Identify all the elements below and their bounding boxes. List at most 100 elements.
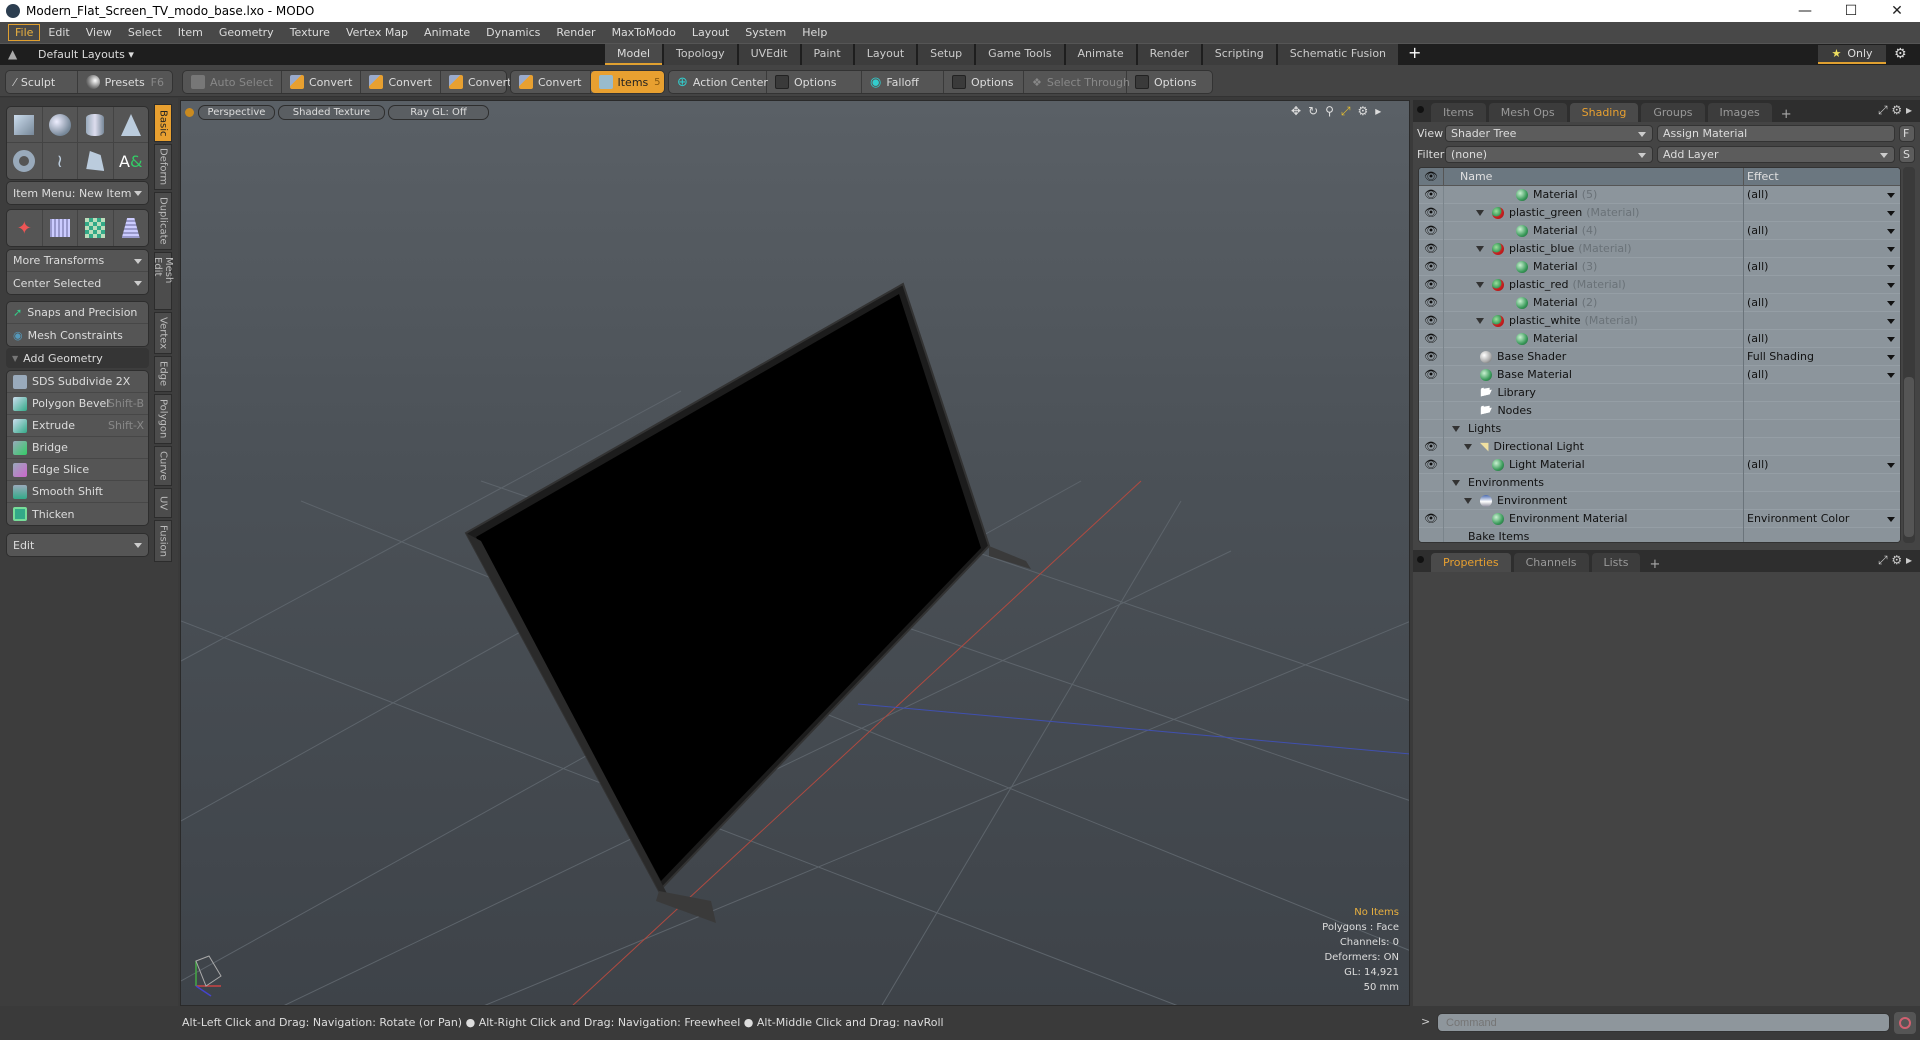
expand-triangle-icon[interactable] [1476, 281, 1484, 288]
tab-layout[interactable]: Layout [854, 44, 917, 65]
tab-channels[interactable]: Channels [1513, 553, 1589, 572]
pan-icon[interactable]: ✥ [1291, 104, 1301, 119]
shader-tree-row[interactable]: 👁 Material (all) [1419, 329, 1900, 348]
shader-tree-row[interactable]: 👁 Light Material (all) [1419, 455, 1900, 474]
shader-tree-row[interactable]: 📂 Library [1419, 383, 1900, 402]
row-effect-dropdown[interactable]: Environment Color [1743, 509, 1900, 528]
item-menu-dropdown[interactable]: Item Menu: New Item [6, 181, 149, 205]
expand-triangle-icon[interactable] [1476, 209, 1484, 216]
pen-tool[interactable] [78, 143, 114, 179]
row-effect-dropdown[interactable]: (all) [1743, 329, 1900, 348]
panel-menu-dot-icon[interactable] [1417, 556, 1424, 563]
name-column-header[interactable]: Name [1443, 168, 1743, 186]
falloff-button[interactable]: ◉ Falloff [862, 71, 944, 93]
visibility-eye-icon[interactable]: 👁 [1419, 314, 1443, 327]
panel-gear-icon[interactable]: ⚙ [1891, 553, 1902, 567]
shader-tree-row[interactable]: 👁 ◥ Directional Light [1419, 437, 1900, 456]
viewport-expand-icon[interactable]: ▸ [1375, 104, 1381, 119]
text-tool[interactable]: A& [114, 143, 149, 179]
row-effect-dropdown[interactable]: (all) [1743, 257, 1900, 276]
row-effect-dropdown[interactable] [1743, 203, 1900, 222]
lattice-tool[interactable] [43, 210, 78, 246]
row-effect-dropdown[interactable] [1743, 311, 1900, 330]
row-effect-dropdown[interactable]: (all) [1743, 221, 1900, 240]
add-panel-tab-button[interactable]: + [1643, 557, 1666, 572]
action-center-button[interactable]: ⊕ Action Center [669, 71, 768, 93]
items-mode-button[interactable]: Items 5 [590, 71, 664, 93]
menu-system[interactable]: System [737, 24, 794, 41]
menu-dynamics[interactable]: Dynamics [478, 24, 548, 41]
smooth-shift-button[interactable]: Smooth Shift [7, 481, 148, 503]
menu-help[interactable]: Help [794, 24, 835, 41]
sphere-tool[interactable] [43, 107, 78, 142]
action-center-options-button[interactable]: Options [767, 71, 862, 93]
mesh-constraints-button[interactable]: ◉ Mesh Constraints [7, 324, 148, 346]
row-effect-dropdown[interactable]: (all) [1743, 293, 1900, 312]
cube-tool[interactable] [7, 107, 43, 142]
add-geometry-header[interactable]: ▼ Add Geometry [6, 348, 149, 368]
sculpt-button[interactable]: ⁄ Sculpt [6, 71, 78, 93]
vtab-deform[interactable]: Deform [154, 144, 172, 190]
record-button[interactable] [1894, 1012, 1916, 1034]
tab-render[interactable]: Render [1137, 44, 1201, 65]
tab-properties[interactable]: Properties [1431, 553, 1511, 572]
vtab-uv[interactable]: UV [154, 488, 172, 518]
cone-tool[interactable] [114, 107, 149, 142]
visibility-eye-icon[interactable]: 👁 [1419, 458, 1443, 471]
shading-mode-button[interactable]: Shaded Texture [278, 105, 385, 120]
menu-edit[interactable]: Edit [40, 24, 77, 41]
panel-gear-icon[interactable]: ⚙ [1891, 103, 1902, 117]
shader-tree-row[interactable]: Lights [1419, 419, 1900, 438]
select-through-button[interactable]: ❖ Select Through [1024, 71, 1130, 93]
convert-edges-button[interactable]: Convert [361, 71, 441, 93]
menu-texture[interactable]: Texture [282, 24, 338, 41]
shader-tree-row[interactable]: 👁 Base Shader Full Shading [1419, 347, 1900, 366]
vtab-basic[interactable]: Basic [154, 104, 172, 142]
tab-schematic-fusion[interactable]: Schematic Fusion [1277, 44, 1399, 65]
shader-tree-row[interactable]: 👁 plastic_white (Material) [1419, 311, 1900, 330]
menu-file[interactable]: File [8, 24, 41, 41]
maximize-viewport-icon[interactable]: ⤢ [1341, 104, 1351, 119]
visibility-eye-icon[interactable]: 👁 [1419, 350, 1443, 363]
visibility-eye-icon[interactable]: 👁 [1419, 242, 1443, 255]
visibility-eye-icon[interactable]: 👁 [1419, 368, 1443, 381]
sds-subdivide-button[interactable]: SDS Subdivide 2X [7, 371, 148, 393]
row-effect-dropdown[interactable] [1743, 239, 1900, 258]
cylinder-tool[interactable] [78, 107, 114, 142]
menu-layout[interactable]: Layout [684, 24, 737, 41]
shader-tree-row[interactable]: 👁 plastic_green (Material) [1419, 203, 1900, 222]
extrude-button[interactable]: Extrude Shift-X [7, 415, 148, 437]
expand-triangle-icon[interactable] [1452, 425, 1460, 432]
expand-triangle-icon[interactable] [1464, 443, 1472, 450]
shader-tree-row[interactable]: 📂 Nodes [1419, 401, 1900, 420]
vtab-mesh-edit[interactable]: Mesh Edit [152, 252, 174, 310]
3d-viewport[interactable]: Perspective Shaded Texture Ray GL: Off ✥… [180, 100, 1410, 1006]
tab-images[interactable]: Images [1707, 103, 1772, 122]
taper-tool[interactable] [114, 210, 149, 246]
maximize-button[interactable]: ☐ [1828, 0, 1874, 22]
shader-tree-row[interactable]: 👁 plastic_red (Material) [1419, 275, 1900, 294]
presets-button[interactable]: Presets F6 [78, 71, 172, 93]
tab-paint[interactable]: Paint [801, 44, 853, 65]
add-tab-button[interactable]: + [1400, 44, 1429, 65]
shader-tree-scrollbar[interactable] [1903, 167, 1915, 543]
f-button[interactable]: F [1899, 124, 1915, 142]
tab-game-tools[interactable]: Game Tools [976, 44, 1064, 65]
tab-items[interactable]: Items [1431, 103, 1486, 122]
shader-tree-row[interactable]: 👁 Material (4) (all) [1419, 221, 1900, 240]
tab-topology[interactable]: Topology [664, 44, 737, 65]
command-input[interactable] [1437, 1013, 1890, 1032]
snaps-button[interactable]: ➚ Snaps and Precision [7, 302, 148, 324]
shader-tree-row[interactable]: Environment [1419, 491, 1900, 510]
tab-groups[interactable]: Groups [1641, 103, 1705, 122]
default-layouts-dropdown[interactable]: Default Layouts ▾ [38, 48, 134, 61]
menu-item[interactable]: Item [170, 24, 211, 41]
raygl-button[interactable]: Ray GL: Off [388, 105, 489, 120]
transform-tool[interactable]: ✦ [7, 210, 43, 246]
shader-tree-row[interactable]: 👁 Material (3) (all) [1419, 257, 1900, 276]
auto-select-button[interactable]: Auto Select [183, 71, 282, 93]
expand-triangle-icon[interactable] [1452, 479, 1460, 486]
shader-tree-row[interactable]: Bake Items [1419, 527, 1900, 542]
select-through-options-button[interactable]: Options [1127, 71, 1204, 93]
expand-panel-icon[interactable]: ⤢ [1878, 553, 1888, 567]
